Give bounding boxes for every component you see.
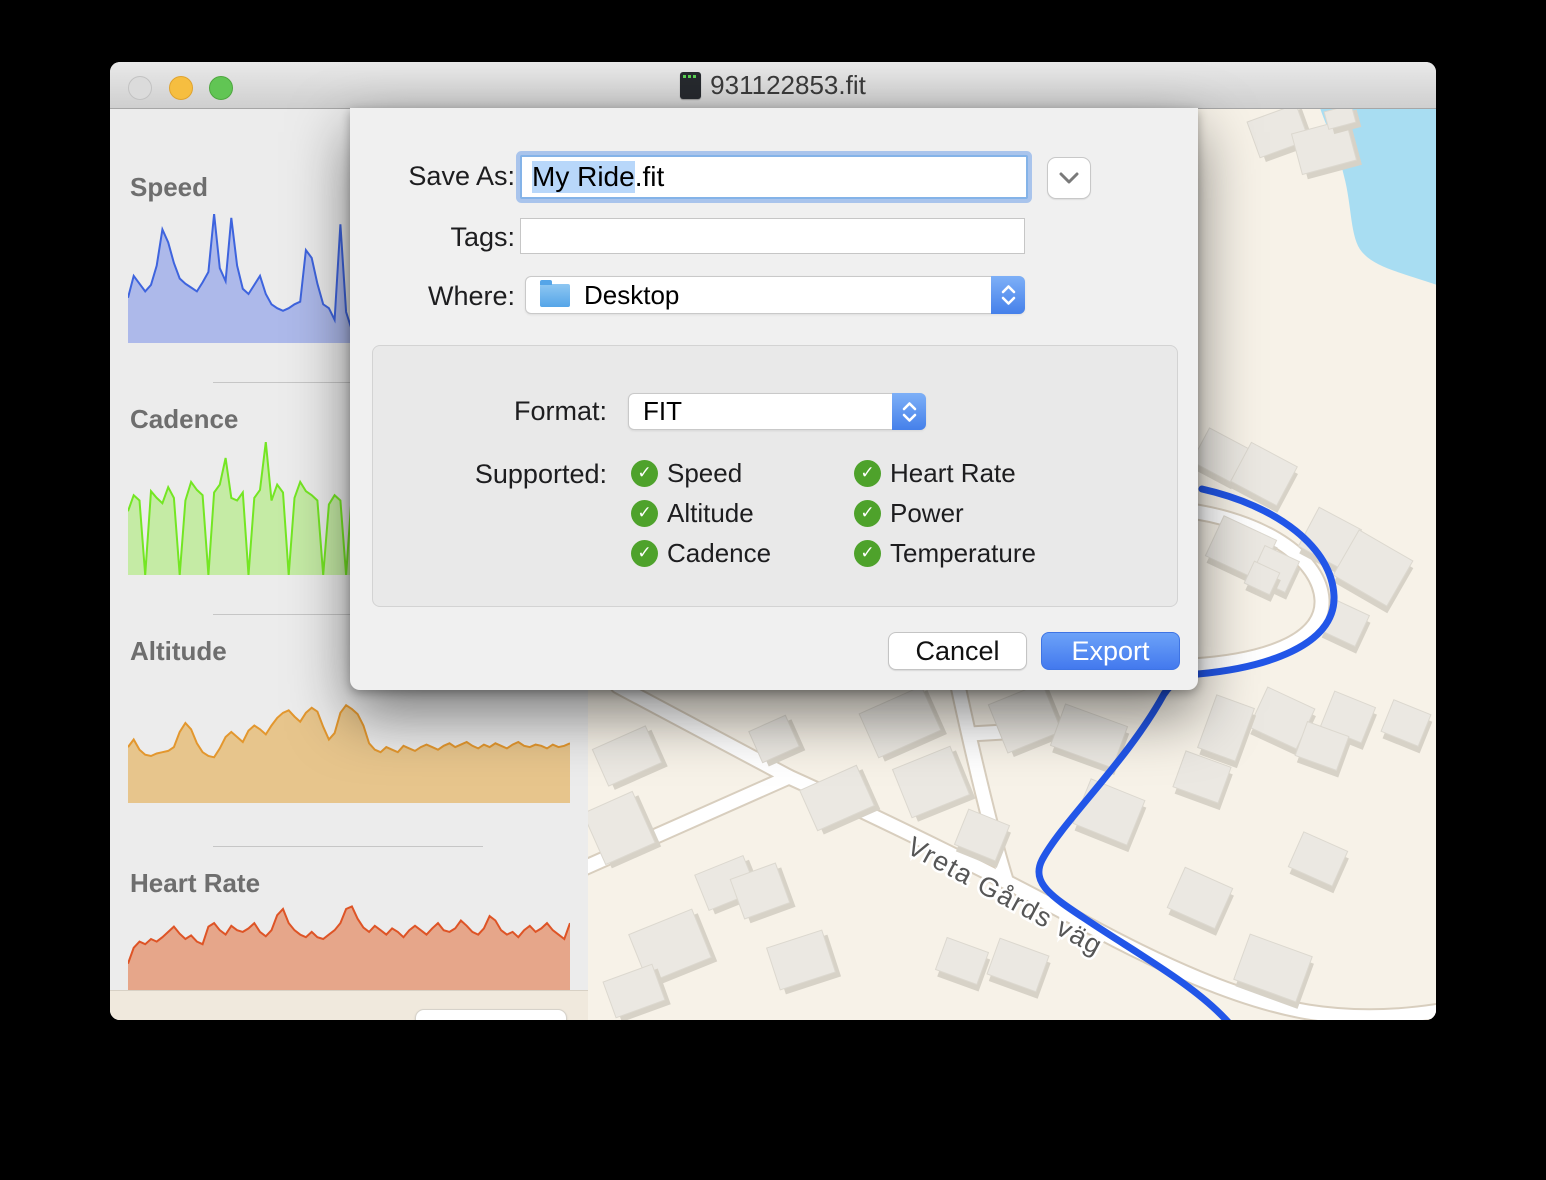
titlebar[interactable]: 931122853.fit — [110, 62, 1436, 109]
check-icon: ✓ — [854, 500, 881, 527]
check-icon: ✓ — [854, 540, 881, 567]
expand-dialog-button[interactable] — [1047, 157, 1091, 199]
folder-icon — [540, 284, 570, 307]
section-label-speed: Speed — [130, 172, 208, 203]
format-options-panel: Format: FIT Supported: ✓Speed ✓Altitude … — [372, 345, 1178, 607]
altitude-chart — [128, 676, 570, 803]
supported-item: ✓Power — [854, 498, 964, 528]
select-chevrons-icon — [991, 276, 1025, 314]
divider — [213, 846, 483, 847]
format-value: FIT — [629, 396, 682, 427]
section-label-altitude: Altitude — [130, 636, 227, 667]
cancel-button[interactable]: Cancel — [888, 632, 1027, 670]
app-window: 931122853.fit — [110, 62, 1436, 1020]
format-label: Format: — [373, 396, 607, 427]
window-title: 931122853.fit — [710, 70, 866, 101]
screenshot-stage: 931122853.fit — [0, 0, 1546, 1180]
export-save-dialog: Save As: My Ride.fit Tags: Where: Deskto… — [350, 108, 1198, 690]
select-chevrons-icon — [892, 393, 926, 430]
supported-item: ✓Heart Rate — [854, 458, 1016, 488]
supported-item: ✓Temperature — [854, 538, 1036, 568]
sidebar-footer: Export… — [110, 990, 588, 1020]
save-as-label: Save As: — [350, 161, 515, 192]
section-label-heart-rate: Heart Rate — [130, 868, 260, 899]
where-label: Where: — [350, 281, 515, 312]
heart-rate-chart — [128, 902, 570, 990]
check-icon: ✓ — [631, 500, 658, 527]
save-as-input[interactable]: My Ride.fit — [520, 155, 1028, 199]
format-select[interactable]: FIT — [628, 393, 926, 430]
check-icon: ✓ — [854, 460, 881, 487]
check-icon: ✓ — [631, 460, 658, 487]
selected-filename-text: My Ride — [532, 161, 635, 193]
export-button[interactable]: Export — [1041, 632, 1180, 670]
filename-extension-text: .fit — [635, 161, 665, 193]
check-icon: ✓ — [631, 540, 658, 567]
supported-item: ✓Altitude — [631, 498, 754, 528]
where-select[interactable]: Desktop — [525, 276, 1025, 314]
tags-input[interactable] — [520, 218, 1025, 254]
supported-item: ✓Cadence — [631, 538, 771, 568]
supported-label: Supported: — [373, 459, 607, 490]
document-proxy-icon — [680, 72, 701, 99]
chevron-down-icon — [1059, 172, 1079, 185]
where-value: Desktop — [582, 280, 679, 311]
tags-label: Tags: — [350, 222, 515, 253]
section-label-cadence: Cadence — [130, 404, 238, 435]
supported-item: ✓Speed — [631, 458, 742, 488]
sidebar-export-button[interactable]: Export… — [415, 1009, 567, 1020]
